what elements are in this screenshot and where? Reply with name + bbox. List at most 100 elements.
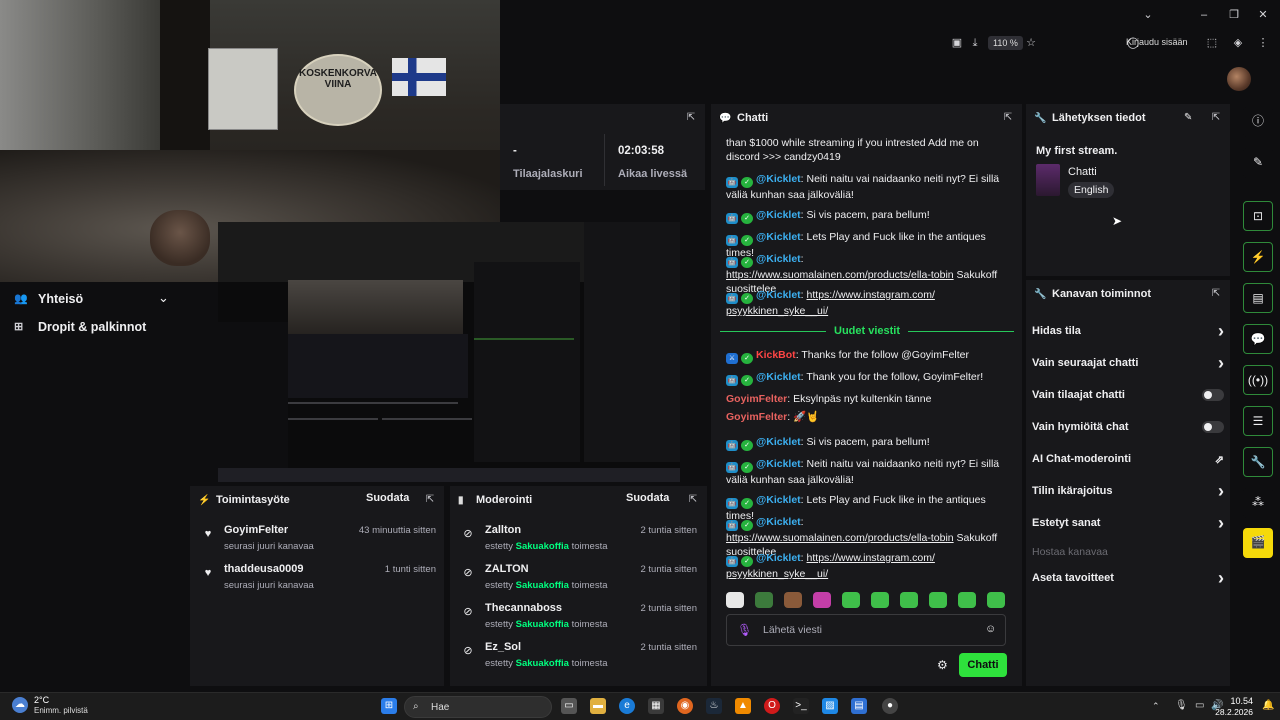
info-icon[interactable]: ⓘ <box>1243 107 1273 137</box>
chat-username[interactable]: @Kicklet <box>756 371 801 383</box>
emote-icon[interactable] <box>784 592 802 608</box>
channel-action[interactable]: Vain tilaajat chatti <box>1032 385 1224 405</box>
stream-preview[interactable] <box>218 222 680 482</box>
shield-icon[interactable]: ◈ <box>1231 36 1245 50</box>
edit-icon[interactable]: ✎ <box>1184 112 1192 123</box>
moderator-name[interactable]: Sakuakoffia <box>516 541 569 552</box>
popout-icon[interactable]: ⇱ <box>1210 288 1222 300</box>
download-icon[interactable]: ⤓ <box>968 36 982 50</box>
avatar[interactable] <box>1227 67 1251 91</box>
moderator-name[interactable]: Sakuakoffia <box>516 580 569 591</box>
toggle-switch[interactable] <box>1202 389 1224 401</box>
nav-community[interactable]: 👥 Yhteisö <box>14 292 83 306</box>
emote-icon[interactable] <box>755 592 773 608</box>
moderation-user[interactable]: ZALTON <box>485 563 529 575</box>
share-icon[interactable]: ⁂ <box>1243 488 1273 518</box>
activity-user[interactable]: thaddeusa0009 <box>224 563 303 575</box>
taskbar-search[interactable]: ⌕ Hae <box>404 696 552 718</box>
wrench-icon[interactable]: 🔧 <box>1243 447 1273 477</box>
chat-username[interactable]: @Kicklet <box>756 289 801 301</box>
edit-icon[interactable]: ✎ <box>1243 148 1273 178</box>
menu-icon[interactable]: ⋮ <box>1256 36 1270 50</box>
terminal-icon[interactable]: >_ <box>793 698 809 714</box>
bolt-icon[interactable]: ⚡ <box>1243 242 1273 272</box>
emote-icon[interactable] <box>842 592 860 608</box>
cast-icon[interactable]: ▣ <box>950 36 964 50</box>
signin-button[interactable]: Kirjaudu sisään <box>1126 37 1188 47</box>
chat-send-button[interactable]: Chatti <box>959 653 1007 677</box>
channel-action[interactable]: Hidas tila › <box>1032 321 1224 341</box>
microphone-icon[interactable]: 🎙 <box>737 623 752 637</box>
chat-username[interactable]: @Kicklet <box>756 253 801 265</box>
notepad-icon[interactable]: ▤ <box>851 698 867 714</box>
document-icon[interactable]: ▤ <box>1243 283 1273 313</box>
photos-icon[interactable]: ▨ <box>822 698 838 714</box>
chat-username[interactable]: @Kicklet <box>756 436 801 448</box>
activity-user[interactable]: GoyimFelter <box>224 524 288 536</box>
gear-icon[interactable]: ⚙ <box>937 658 948 672</box>
task-view-icon[interactable]: ▭ <box>561 698 577 714</box>
chat-username[interactable]: @Kicklet <box>756 209 801 221</box>
emoji-icon[interactable]: ☺ <box>985 623 996 635</box>
extensions-icon[interactable]: ⬚ <box>1205 36 1219 50</box>
minimize-icon[interactable]: – <box>1197 8 1211 22</box>
microphone-icon[interactable]: 🎙 <box>1175 700 1188 711</box>
chat-username[interactable]: @Kicklet <box>756 173 801 185</box>
channel-action[interactable]: Estetyt sanat › <box>1032 513 1224 533</box>
steam-icon[interactable]: ♨ <box>706 698 722 714</box>
emote-icon[interactable] <box>900 592 918 608</box>
close-icon[interactable]: ✕ <box>1256 8 1270 22</box>
edge-icon[interactable]: e <box>619 698 635 714</box>
channel-action[interactable]: Vain hymiöitä chat <box>1032 417 1224 437</box>
channel-action[interactable]: Tilin ikärajoitus › <box>1032 481 1224 501</box>
clapper-icon[interactable]: 🎬 <box>1243 528 1273 558</box>
chat-link[interactable]: https://www.suomalainen.com/products/ell… <box>726 532 954 544</box>
chevron-down-icon[interactable]: ⌄ <box>158 290 169 306</box>
emote-icon[interactable] <box>958 592 976 608</box>
chat-username[interactable]: @Kicklet <box>756 458 801 470</box>
clock-time[interactable]: 10.54 <box>1223 696 1253 706</box>
emote-icon[interactable] <box>929 592 947 608</box>
star-icon[interactable]: ☆ <box>1024 36 1038 50</box>
popout-icon[interactable]: ⇱ <box>424 494 436 506</box>
emote-icon[interactable] <box>871 592 889 608</box>
maximize-icon[interactable]: ❐ <box>1227 8 1241 22</box>
emote-icon[interactable] <box>813 592 831 608</box>
firefox-icon[interactable]: ◉ <box>677 698 693 714</box>
zoom-level[interactable]: 110 % <box>988 36 1023 50</box>
popout-icon[interactable]: ⇱ <box>685 112 697 124</box>
chat-username[interactable]: GoyimFelter <box>726 393 787 405</box>
broadcast-icon[interactable]: ((•)) <box>1243 365 1273 395</box>
moderation-user[interactable]: Zallton <box>485 524 521 536</box>
tray-chevron-icon[interactable]: ⌃ <box>1152 701 1160 712</box>
layout-icon[interactable]: ☰ <box>1243 406 1273 436</box>
channel-action[interactable]: AI Chat-moderointi ⇗ <box>1032 449 1224 469</box>
chat-input[interactable]: 🎙 Lähetä viesti ☺ <box>726 614 1006 646</box>
emote-icon[interactable] <box>726 592 744 608</box>
popout-icon[interactable]: ⇱ <box>1002 112 1014 124</box>
opera-icon[interactable]: O <box>764 698 780 714</box>
chat-link[interactable]: https://www.suomalainen.com/products/ell… <box>726 269 954 281</box>
chat-username[interactable]: GoyimFelter <box>726 411 787 423</box>
chevron-down-icon[interactable]: ⌄ <box>1141 8 1155 22</box>
notification-icon[interactable]: 🔔 <box>1262 700 1274 711</box>
file-explorer-icon[interactable]: ▬ <box>590 698 606 714</box>
nav-drops[interactable]: ⊞ Dropit & palkinnot <box>14 320 146 334</box>
network-icon[interactable]: ▭ <box>1195 700 1204 711</box>
moderation-user[interactable]: Ez_Sol <box>485 641 521 653</box>
moderation-user[interactable]: Thecannaboss <box>485 602 562 614</box>
toggle-switch[interactable] <box>1202 421 1224 433</box>
emote-icon[interactable] <box>987 592 1005 608</box>
vlc-icon[interactable]: ▲ <box>735 698 751 714</box>
channel-action[interactable]: Aseta tavoitteet › <box>1032 568 1224 588</box>
channel-action[interactable]: Vain seuraajat chatti › <box>1032 353 1224 373</box>
chat-username[interactable]: @Kicklet <box>756 231 801 243</box>
chat-username[interactable]: @Kicklet <box>756 494 801 506</box>
weather-icon[interactable]: ☁ <box>12 697 28 713</box>
moderator-name[interactable]: Sakuakoffia <box>516 619 569 630</box>
activity-filter-button[interactable]: Suodata <box>366 492 409 504</box>
clock-date[interactable]: 28.2.2026 <box>1213 707 1253 717</box>
store-icon[interactable]: ▦ <box>648 698 664 714</box>
windows-start-icon[interactable]: ⊞ <box>381 698 397 714</box>
chat-username[interactable]: KickBot <box>756 349 796 361</box>
